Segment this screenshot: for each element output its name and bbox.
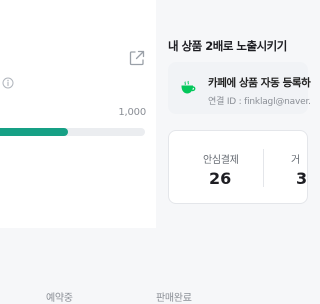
external-link-icon[interactable] [128,49,146,67]
sales-summary-card: 1,000 [0,0,156,228]
stat-label-safe-payment: 안심결제 [203,155,239,166]
stat-label-second: 거 [291,155,300,166]
progress-max-label: 1,000 [118,107,146,118]
stat-value-second[interactable]: 3 [296,169,307,188]
progress-bar [0,128,145,136]
cafe-card-title: 카페에 상품 자동 등록하 [208,77,311,89]
cafe-auto-register-card[interactable]: 카페에 상품 자동 등록하 연결 ID : finklagl@naver. [168,62,311,114]
progress-bar-fill [0,128,69,136]
stat-divider [263,149,264,187]
stat-value-safe-payment[interactable]: 26 [209,169,231,188]
info-icon[interactable] [2,77,14,89]
cafe-cup-icon [181,80,196,94]
tab-reserved[interactable]: 예약중 [46,289,73,304]
stats-card: 안심결제 26 거 3 [168,130,308,204]
expose-section-title: 내 상품 2배로 노출시키기 [168,39,287,53]
cafe-connected-id: 연결 ID : finklagl@naver. [208,97,311,107]
tab-sold[interactable]: 판매완료 [156,289,192,304]
